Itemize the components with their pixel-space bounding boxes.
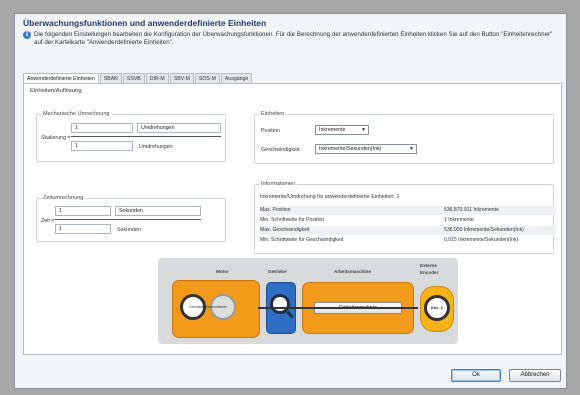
position-select[interactable]: Inkremente ▼ <box>315 125 369 135</box>
speed-label: Geschwindigkeit <box>261 147 300 153</box>
time-denominator-input[interactable]: 1 <box>55 224 111 234</box>
cancel-button[interactable]: Abbrechen <box>509 369 561 382</box>
info-value: 536.000 Inkremente/Sekunden(Ink) <box>444 227 524 233</box>
time-denominator-unit: Sekunden <box>117 227 141 233</box>
encoder-label-2: Encoder <box>420 270 439 275</box>
chevron-down-icon: ▼ <box>361 127 366 133</box>
section-title: Einheiten/Auflösung <box>30 88 82 94</box>
time-numerator-unit[interactable]: Sekunden <box>115 206 201 216</box>
dialog-title: Überwachungsfunktionen und anwenderdefin… <box>23 18 267 28</box>
time-group-title: Zeitumrechnung <box>41 195 86 201</box>
speed-select[interactable]: Inkremente/Sekunden(Ink) ▼ <box>315 144 417 154</box>
dialog-window: Überwachungsfunktionen und anwenderdefin… <box>14 13 567 389</box>
info-value: 0,015 Inkremente/Sekunden(Ink) <box>444 237 519 243</box>
fraction-line <box>71 136 221 137</box>
info-row: Max. Geschwindigkeit 536.000 Inkremente/S… <box>260 226 556 235</box>
position-select-value: Inkremente <box>319 127 346 133</box>
info-group: Informationen Inkremente/Umdrehung für a… <box>254 181 556 254</box>
info-header: Inkremente/Umdrehung für anwenderdefinie… <box>260 194 400 200</box>
machine-label: Arbeitsmaschine <box>334 269 372 274</box>
info-row: Min. Schrittweite für Position 1 Inkremen… <box>260 216 556 225</box>
time-group: Zeitumrechnung Zeit = 1 Sekunden 1 Sekun… <box>36 195 226 242</box>
chevron-down-icon: ▼ <box>409 146 414 152</box>
encoder-text: Enc. 2 <box>431 305 443 310</box>
scaling-label: Skalierung = <box>41 135 71 141</box>
info-key: Max. Position <box>260 207 291 213</box>
info-group-title: Informationen <box>259 181 298 187</box>
fraction-line <box>55 219 201 220</box>
ok-button[interactable]: Ok <box>451 369 501 382</box>
mech-denominator-unit: Umdrehungen <box>139 144 173 150</box>
motor-label: Motor <box>216 269 229 274</box>
mech-numerator-unit[interactable]: Umdrehungen <box>137 123 221 133</box>
motor-interface-text: Drehmomentschnittstelle <box>189 305 227 309</box>
mech-group: Mechanische Umrechnung Skalierung = 1 Um… <box>36 111 226 162</box>
info-key: Min. Schrittweite für Position <box>260 217 325 223</box>
info-value: 536.870.911 Inkremente <box>444 207 499 213</box>
time-numerator-input[interactable]: 1 <box>55 206 111 216</box>
units-group-title: Einheiten <box>259 111 287 117</box>
info-row: Min. Schrittweite für Geschwindigkeit 0,0… <box>260 236 556 245</box>
mech-group-title: Mechanische Umrechnung <box>41 111 112 117</box>
info-icon: i <box>23 31 31 39</box>
drive-shaft <box>258 307 418 309</box>
gear-label: Getriebe <box>268 269 287 274</box>
time-label: Zeit = <box>41 218 55 224</box>
info-key: Max. Geschwindigkeit <box>260 227 310 233</box>
description-text: Die folgenden Einstellungen bearbeiten d… <box>34 31 553 46</box>
units-group: Einheiten Position Inkremente ▼ Geschwin… <box>254 111 554 164</box>
mech-denominator-input[interactable]: 1 <box>71 141 133 151</box>
info-row: Max. Position 536.870.911 Inkremente <box>260 206 556 215</box>
position-label: Position <box>261 128 280 134</box>
info-value: 1 Inkremente <box>444 217 474 223</box>
speed-select-value: Inkremente/Sekunden(Ink) <box>319 146 382 152</box>
encoder-label-1: Externe <box>420 263 437 268</box>
mech-numerator-input[interactable]: 1 <box>71 123 133 133</box>
info-key: Min. Schrittweite für Geschwindigkeit <box>260 237 344 243</box>
tab-panel: Einheiten/Auflösung Mechanische Umrechnu… <box>23 83 562 355</box>
drivetrain-diagram: Motor Getriebe Arbeitsmaschine Externe E… <box>158 258 458 344</box>
